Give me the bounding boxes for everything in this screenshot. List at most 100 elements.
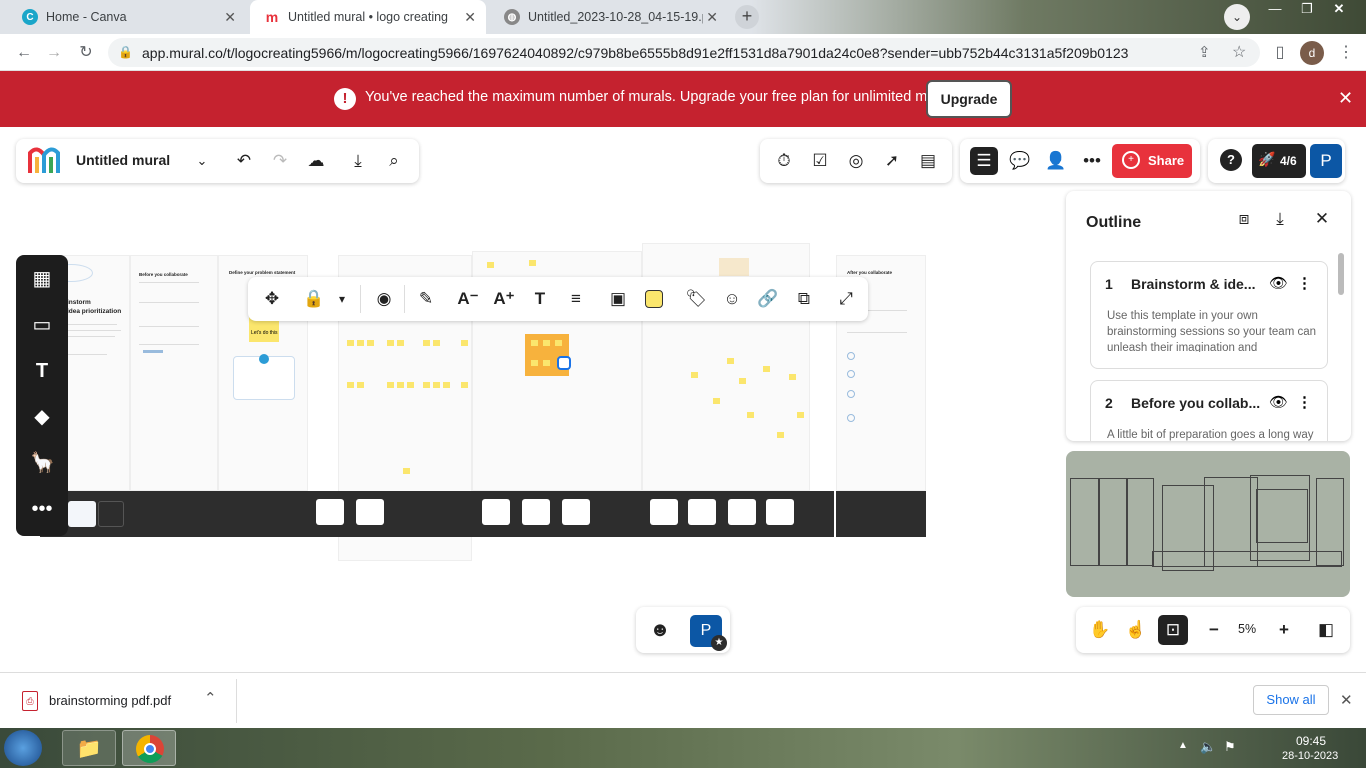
checklist-icon[interactable]: ☑ [808,149,832,173]
file-explorer-icon[interactable]: 📁 [62,730,116,766]
tab-untitled[interactable]: ◍ Untitled_2023-10-28_04-15-19.p ✕ [490,0,728,34]
browser-menu-icon[interactable]: ⋮ [1334,41,1358,65]
kebab-menu-icon[interactable]: ⋮ [1297,393,1312,411]
zoom-level[interactable]: 5% [1238,622,1256,636]
timer-icon[interactable]: ⏱ [772,149,796,173]
user-icon[interactable]: 👤 [1044,149,1068,173]
tab-mural[interactable]: m Untitled mural • logo creating ✕ [250,0,486,34]
templates-icon[interactable]: ▦ [30,267,54,291]
tab-title: Home - Canva [46,10,127,24]
touch-tool-icon[interactable]: ☝ [1124,618,1148,642]
outline-panel-icon[interactable]: ☰ [970,147,998,175]
llama-icon[interactable]: 🦙 [30,451,55,475]
expand-icon[interactable]: ⤢ [834,287,858,311]
color-swatch[interactable] [645,290,663,308]
sticky-text: Let's do this [251,330,278,336]
tab-canva[interactable]: C Home - Canva ✕ [8,0,246,34]
new-tab-button[interactable]: + [735,5,759,29]
volume-icon[interactable]: 🔈 [1200,739,1216,755]
chevron-up-icon[interactable]: ⌃ [204,689,217,707]
undo-icon[interactable]: ↶ [232,149,256,173]
close-tab-icon[interactable]: ✕ [464,9,476,26]
minimap[interactable] [1066,451,1350,597]
minimize-button[interactable]: — [1258,0,1292,20]
present-icon[interactable]: ⧈ [1232,207,1256,231]
map-toggle-icon[interactable]: ⊡ [1158,615,1188,645]
transform-icon[interactable]: ⧉ [792,287,816,311]
mural-title[interactable]: Untitled mural [76,152,170,168]
back-icon[interactable]: ← [12,41,36,65]
side-panel-icon[interactable]: ▯ [1268,41,1292,65]
chevron-down-icon[interactable]: ▾ [330,287,354,311]
search-icon[interactable]: ⌕ [382,149,406,173]
close-tab-icon[interactable]: ✕ [706,9,718,26]
pen-icon[interactable]: ✎ [414,287,438,311]
tag-icon[interactable]: 🏷 [684,287,708,311]
outline-item[interactable]: 2 Before you collab... 👁 ⋮ A little bit … [1090,380,1328,441]
scrollbar-thumb[interactable] [1338,253,1344,295]
chrome-taskbar-icon[interactable] [122,730,176,766]
help-icon[interactable]: ? [1220,149,1242,171]
show-all-button[interactable]: Show all [1253,685,1329,715]
more-tools-icon[interactable]: ••• [30,497,54,521]
zoom-in-icon[interactable]: + [1272,618,1296,642]
share-page-icon[interactable]: ⇪ [1198,43,1211,61]
text-icon[interactable]: T [30,359,54,383]
toolbox-icon[interactable]: ▤ [916,149,940,173]
border-icon[interactable]: ▣ [606,287,630,311]
comments-icon[interactable]: 💬 [1008,149,1032,173]
text-format-icon[interactable]: T [528,287,552,311]
increase-font-icon[interactable]: A⁺ [492,287,516,311]
tab-search-button[interactable]: ⌄ [1224,4,1250,30]
onboarding-progress-button[interactable]: 🚀 4/6 [1252,144,1306,178]
zoom-out-icon[interactable]: − [1202,618,1226,642]
chevron-down-icon[interactable]: ⌄ [190,149,214,173]
share-button[interactable]: + Share [1112,144,1192,178]
decrease-font-icon[interactable]: A⁻ [456,287,480,311]
outline-item-title: Before you collab... [1131,395,1261,411]
frame-before-collaborate[interactable]: Before you collaborate [130,255,218,491]
globe-icon: ◍ [504,9,520,25]
selection-handle[interactable] [557,356,571,370]
align-icon[interactable]: ≡ [564,287,588,311]
hand-tool-icon[interactable]: ✋ [1088,618,1112,642]
forward-icon[interactable]: → [42,41,66,65]
link-icon[interactable]: 🔗 [756,287,780,311]
download-filename[interactable]: brainstorming pdf.pdf [49,693,171,708]
close-icon[interactable]: ✕ [1310,207,1334,231]
mural-canvas[interactable]: instorm idea prioritization Before you c… [0,127,1366,672]
sticky-note-icon[interactable]: ▭ [30,313,54,337]
mural-logo-icon[interactable] [28,147,62,175]
download-icon[interactable]: ⤓ [346,149,370,173]
profile-avatar[interactable]: d [1300,41,1324,65]
outline-item[interactable]: 1 Brainstorm & ide... 👁 ⋮ Use this templ… [1090,261,1328,369]
network-icon[interactable]: ⚑ [1224,739,1236,755]
eye-icon[interactable]: 👁 [1269,274,1288,292]
hide-icon[interactable]: ◉ [372,287,396,311]
more-icon[interactable]: ••• [1080,149,1104,173]
panel-toggle-icon[interactable]: ◧ [1314,618,1338,642]
download-outline-icon[interactable]: ⤓ [1268,207,1292,231]
reload-icon[interactable]: ↻ [74,41,98,65]
bookmark-star-icon[interactable]: ☆ [1232,42,1246,62]
private-mode-icon[interactable]: ◎ [844,149,868,173]
url-field[interactable]: 🔒 app.mural.co/t/logocreating5966/m/logo… [108,38,1260,67]
close-banner-icon[interactable]: ✕ [1338,88,1353,109]
kebab-menu-icon[interactable]: ⋮ [1297,274,1312,292]
move-icon[interactable]: ✥ [260,287,284,311]
start-button[interactable] [4,730,42,766]
close-shelf-icon[interactable]: ✕ [1340,691,1353,709]
eye-icon[interactable]: 👁 [1269,393,1288,411]
tray-arrow-icon[interactable]: ▲ [1178,740,1188,751]
redo-icon[interactable]: ↷ [268,149,292,173]
upgrade-button[interactable]: Upgrade [926,80,1012,118]
add-reaction-icon[interactable]: ☺ [720,287,744,311]
close-window-button[interactable]: ✕ [1322,0,1356,20]
close-tab-icon[interactable]: ✕ [224,9,236,26]
emoji-reaction-icon[interactable]: ☻ [648,618,672,642]
laser-pointer-icon[interactable]: ➚ [880,149,904,173]
lock-icon[interactable]: 🔒 [302,287,326,311]
shapes-icon[interactable]: ◆ [30,405,54,429]
restore-button[interactable]: ❐ [1290,0,1324,20]
user-avatar[interactable]: P [1310,144,1342,178]
